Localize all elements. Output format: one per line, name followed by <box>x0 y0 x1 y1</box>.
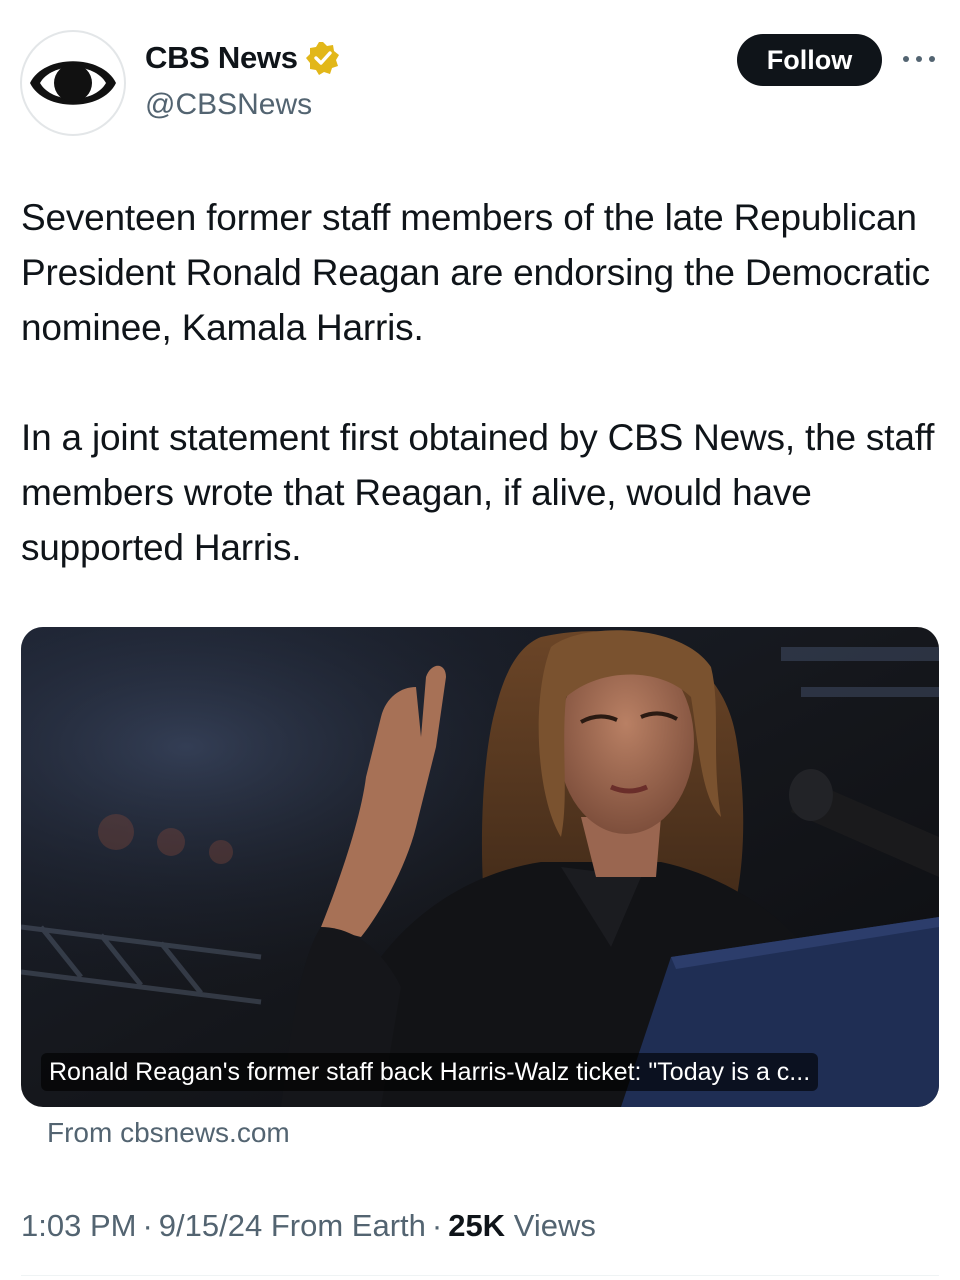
tweet-meta: 1:03 PM · 9/15/24 From Earth · 25K Views <box>21 1208 596 1244</box>
follow-button[interactable]: Follow <box>737 34 882 86</box>
tweet-text: Seventeen former staff members of the la… <box>21 190 946 575</box>
more-options-button[interactable] <box>898 44 942 74</box>
avatar[interactable] <box>20 30 126 136</box>
account-handle[interactable]: @CBSNews <box>145 88 312 122</box>
display-name-row[interactable]: CBS News <box>145 40 340 76</box>
divider <box>21 1275 939 1276</box>
card-source[interactable]: From cbsnews.com <box>47 1117 290 1149</box>
views-count: 25K <box>448 1208 506 1243</box>
display-name: CBS News <box>145 40 298 75</box>
tweet-date[interactable]: 9/15/24 <box>159 1208 262 1243</box>
meta-separator: · <box>142 1208 153 1243</box>
more-horizontal-icon <box>903 56 935 62</box>
tweet-paragraph: Seventeen former staff members of the la… <box>21 197 930 348</box>
card-photo <box>21 627 939 1107</box>
tweet-paragraph: In a joint statement first obtained by C… <box>21 417 935 568</box>
cbs-eye-logo-icon <box>27 37 119 129</box>
meta-separator: · <box>431 1208 443 1243</box>
verified-badge-icon <box>305 41 340 75</box>
link-card[interactable]: Ronald Reagan's former staff back Harris… <box>21 627 939 1107</box>
card-caption: Ronald Reagan's former staff back Harris… <box>41 1053 819 1091</box>
tweet-time[interactable]: 1:03 PM <box>21 1208 136 1243</box>
tweet-header: CBS News @CBSNews Follow <box>0 0 960 150</box>
tweet-client: From Earth <box>270 1208 426 1243</box>
views-label: Views <box>513 1208 596 1243</box>
